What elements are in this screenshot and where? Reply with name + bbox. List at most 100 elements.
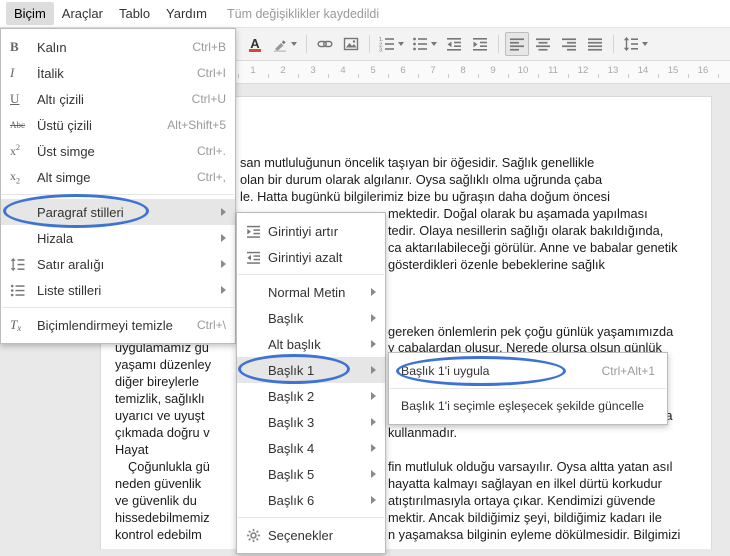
align-left-button[interactable] (505, 32, 529, 56)
increase-indent-button[interactable] (468, 32, 492, 56)
document-text-line: ca aktarılabileceği görülür. Anne ve bab… (388, 240, 678, 255)
toolbar-separator (306, 35, 307, 53)
document-text-line: mektedir. Doğal olarak bu aşamada yapılm… (388, 206, 648, 221)
menu-item-heading-4[interactable]: Başlık 4 (237, 435, 385, 461)
insert-link-button[interactable] (313, 32, 337, 56)
ruler-number: 15 (667, 65, 679, 76)
align-center-button[interactable] (531, 32, 555, 56)
dropdown-caret-icon (398, 42, 404, 46)
annotation-ellipse-paragraph-styles (3, 194, 149, 228)
menu-item-decrease-indent[interactable]: Girintiyi azalt (237, 244, 385, 270)
document-text-line: neden güvenlik (115, 476, 202, 491)
menu-help[interactable]: Yardım (158, 2, 215, 25)
menu-item-clear-formatting[interactable]: Tx Biçimlendirmeyi temizle Ctrl+\ (1, 312, 235, 338)
menu-item-heading-3[interactable]: Başlık 3 (237, 409, 385, 435)
align-right-button[interactable] (557, 32, 581, 56)
menu-item-label: Başlık (268, 310, 304, 326)
dropdown-caret-icon (642, 42, 648, 46)
menu-item-line-spacing[interactable]: Satır aralığı (1, 251, 235, 277)
decrease-indent-button[interactable] (442, 32, 466, 56)
align-justify-button[interactable] (583, 32, 607, 56)
document-text-line: le. Hatta bugünkü bilgilerimiz bize bu u… (240, 189, 610, 204)
clear-formatting-icon: Tx (10, 317, 22, 333)
annotation-ellipse-apply-heading1 (396, 356, 566, 386)
menu-item-bold[interactable]: B Kalın Ctrl+B (1, 34, 235, 60)
menu-item-options[interactable]: Seçenekler (237, 522, 385, 548)
menu-item-label: Başlık 6 (268, 492, 315, 508)
menu-item-label: Altı çizili (37, 91, 84, 107)
document-text-line: san mutluluğunun öncelik taşıyan bir öğe… (240, 155, 595, 170)
document-text-line: gösterdikleri özenle bebeklerine sağlık (388, 257, 605, 272)
numbered-list-button[interactable]: 1. 2. 3. (376, 32, 407, 56)
document-text-line: kullanmadır. (388, 425, 457, 440)
menu-item-strikethrough[interactable]: Abc Üstü çizili Alt+Shift+5 (1, 112, 235, 138)
bulleted-list-button[interactable] (409, 32, 440, 56)
submenu-arrow-icon (221, 286, 226, 294)
menu-separator (2, 307, 234, 308)
decrease-indent-icon (246, 250, 268, 265)
document-text-line: uyarıcı ve uyuşt (115, 408, 205, 423)
menu-table[interactable]: Tablo (111, 2, 158, 25)
ruler-number: 11 (548, 65, 558, 76)
menu-item-underline[interactable]: U Altı çizili Ctrl+U (1, 86, 235, 112)
insert-image-button[interactable] (339, 32, 363, 56)
line-spacing-button[interactable] (620, 32, 651, 56)
menu-item-shortcut: Ctrl+Alt+1 (601, 364, 655, 378)
menu-tools[interactable]: Araçlar (54, 2, 111, 25)
annotation-ellipse-heading1 (238, 354, 350, 384)
menu-item-title[interactable]: Başlık (237, 305, 385, 331)
align-right-icon (561, 36, 577, 52)
menu-item-align[interactable]: Hizala (1, 225, 235, 251)
menu-item-normal-text[interactable]: Normal Metin (237, 279, 385, 305)
document-text-line: ve güvenlik du (115, 493, 197, 508)
toolbar-separator (498, 35, 499, 53)
menu-item-superscript[interactable]: x2 Üst simge Ctrl+. (1, 138, 235, 164)
text-color-button[interactable]: A (243, 32, 267, 56)
ruler-number: 12 (577, 65, 589, 76)
menubar: Biçim Araçlar Tablo Yardım Tüm değişikli… (0, 0, 730, 27)
menu-item-label: Hizala (37, 230, 74, 246)
highlight-icon (272, 36, 288, 52)
menu-format[interactable]: Biçim (6, 2, 54, 25)
document-text-line: temizlik, sağlıklı (115, 391, 205, 406)
highlight-color-button[interactable] (269, 32, 300, 56)
menu-item-increase-indent[interactable]: Girintiyi artır (237, 218, 385, 244)
submenu-arrow-icon (371, 496, 376, 504)
menu-item-heading-5[interactable]: Başlık 5 (237, 461, 385, 487)
document-text-line: n yaşamaksa bilginin eyleme dökülmesidir… (388, 527, 681, 542)
ruler-number: 5 (370, 65, 376, 76)
toolbar-separator (613, 35, 614, 53)
text-color-icon: A (249, 36, 261, 52)
document-text-line: hissedebilmemiz (115, 510, 210, 525)
menu-item-subscript[interactable]: x2 Alt simge Ctrl+, (1, 164, 235, 190)
menu-item-italic[interactable]: I İtalik Ctrl+I (1, 60, 235, 86)
menu-item-heading-2[interactable]: Başlık 2 (237, 383, 385, 409)
submenu-arrow-icon (371, 444, 376, 452)
list-styles-icon (10, 283, 37, 298)
submenu-arrow-icon (221, 208, 226, 216)
menu-item-heading-6[interactable]: Başlık 6 (237, 487, 385, 513)
menu-item-update-heading1[interactable]: Başlık 1'i seçimle eşleşecek şekilde gün… (389, 393, 667, 419)
ruler-number: 6 (400, 65, 406, 76)
submenu-arrow-icon (371, 470, 376, 478)
menu-item-shortcut: Ctrl+\ (196, 318, 226, 332)
subscript-icon: x2 (10, 168, 20, 186)
decrease-indent-icon (446, 36, 462, 52)
ruler-number: 1 (250, 65, 256, 76)
ruler-number: 14 (637, 65, 649, 76)
bulleted-list-icon (412, 36, 428, 52)
menu-item-list-styles[interactable]: Liste stilleri (1, 277, 235, 303)
menu-item-shortcut: Ctrl+I (196, 66, 226, 80)
document-text-line: Hayat (115, 442, 149, 457)
menu-separator (238, 274, 384, 275)
document-text-line: diğer bireylerle (115, 374, 199, 389)
align-center-icon (535, 36, 551, 52)
document-text-line: fin mutluluk olduğu varsayılır. Oysa alt… (388, 459, 673, 474)
menu-item-label: Normal Metin (268, 284, 346, 300)
menu-item-subtitle[interactable]: Alt başlık (237, 331, 385, 357)
ruler-number: 7 (430, 65, 436, 76)
menu-item-shortcut: Alt+Shift+5 (167, 118, 226, 132)
menu-item-label: Seçenekler (268, 527, 334, 543)
menu-item-shortcut: Ctrl+, (196, 170, 226, 184)
document-text-line: Çoğunlukla gü (128, 459, 210, 474)
